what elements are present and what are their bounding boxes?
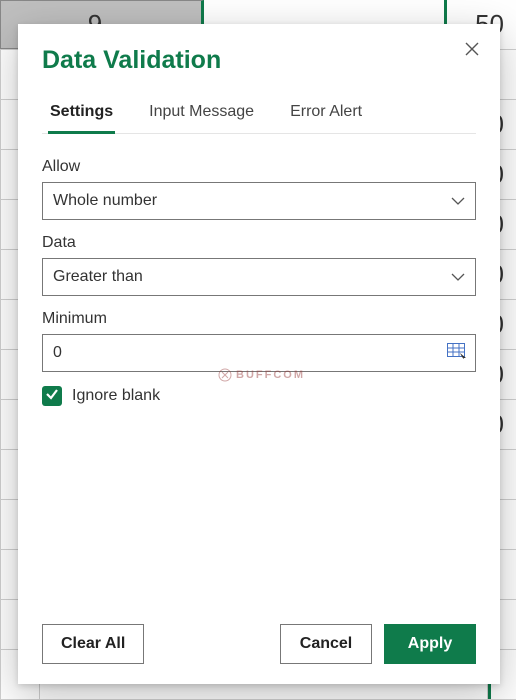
range-picker-icon [447, 343, 467, 364]
allow-value: Whole number [53, 192, 157, 210]
close-button[interactable] [458, 36, 486, 64]
range-picker-button[interactable] [445, 343, 469, 363]
data-validation-dialog: Data Validation Settings Input Message E… [18, 24, 500, 684]
check-icon [45, 387, 59, 406]
minimum-input[interactable]: 0 [42, 334, 476, 372]
form-body: Allow Whole number Data Greater than Min… [18, 134, 500, 610]
minimum-value: 0 [53, 344, 62, 362]
tab-error-alert[interactable]: Error Alert [288, 103, 364, 134]
close-icon [465, 40, 479, 61]
dialog-footer: Clear All Cancel Apply [18, 610, 500, 684]
data-select[interactable]: Greater than [42, 258, 476, 296]
chevron-down-icon [451, 192, 465, 210]
clear-all-button[interactable]: Clear All [42, 624, 144, 664]
allow-label: Allow [42, 158, 476, 176]
tabs: Settings Input Message Error Alert [42, 75, 476, 134]
ignore-blank-label: Ignore blank [72, 387, 160, 405]
tab-input-message[interactable]: Input Message [147, 103, 256, 134]
ignore-blank-checkbox[interactable] [42, 386, 62, 406]
data-label: Data [42, 234, 476, 252]
minimum-label: Minimum [42, 310, 476, 328]
tab-settings[interactable]: Settings [48, 103, 115, 134]
cancel-button[interactable]: Cancel [280, 624, 372, 664]
dialog-title: Data Validation [18, 24, 500, 75]
data-value: Greater than [53, 268, 143, 286]
apply-button[interactable]: Apply [384, 624, 476, 664]
chevron-down-icon [451, 268, 465, 286]
allow-select[interactable]: Whole number [42, 182, 476, 220]
ignore-blank-row: Ignore blank [42, 386, 476, 406]
